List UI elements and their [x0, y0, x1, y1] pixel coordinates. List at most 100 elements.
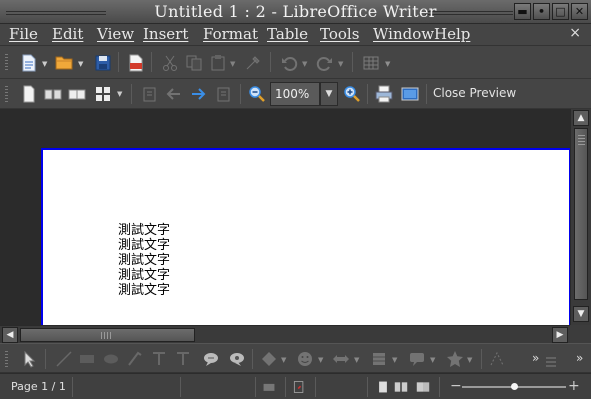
flowchart-dropdown-icon[interactable]: ▼ — [392, 356, 400, 364]
cut-icon[interactable] — [161, 54, 179, 72]
menu-file[interactable]: File — [9, 25, 38, 43]
maximize-button[interactable]: □ — [552, 3, 569, 20]
zoom-slider-knob[interactable] — [511, 383, 518, 390]
undo-icon[interactable] — [280, 54, 298, 72]
next-page-icon[interactable] — [189, 85, 207, 103]
select-icon[interactable] — [20, 350, 38, 368]
menu-view[interactable]: View — [97, 25, 134, 43]
menu-table[interactable]: Table — [267, 25, 308, 43]
callouts-dropdown-icon[interactable]: ▼ — [430, 356, 438, 364]
last-page-icon[interactable] — [215, 85, 233, 103]
scroll-up-icon[interactable]: ▲ — [573, 110, 589, 126]
block-arrows-icon[interactable] — [332, 350, 350, 368]
flowchart-icon[interactable] — [370, 350, 388, 368]
symbol-shapes-dropdown-icon[interactable]: ▼ — [318, 356, 326, 364]
toolbar-overflow-icon[interactable]: » — [576, 351, 591, 369]
document-modified-icon[interactable] — [292, 380, 306, 394]
toolbar-handle[interactable] — [5, 54, 8, 70]
line-icon[interactable] — [55, 350, 73, 368]
toolbar-handle[interactable] — [5, 351, 8, 367]
save-icon[interactable] — [94, 54, 112, 72]
text-icon[interactable] — [150, 350, 168, 368]
basic-shapes-dropdown-icon[interactable]: ▼ — [281, 356, 289, 364]
callouts-icon[interactable] — [408, 350, 426, 368]
horizontal-scrollbar[interactable]: ◀ ▶ — [0, 325, 570, 343]
toolbar-options-icon[interactable] — [544, 353, 562, 371]
new-document-dropdown-icon[interactable]: ▼ — [42, 60, 50, 68]
vertical-scroll-thumb[interactable] — [574, 128, 588, 300]
zoom-input[interactable]: 100% — [270, 82, 320, 106]
multi-page-view-icon[interactable] — [394, 380, 408, 394]
toolbar-separator — [151, 52, 152, 72]
zoom-out-icon[interactable] — [248, 85, 266, 103]
redo-icon[interactable] — [316, 54, 334, 72]
vertical-text-icon[interactable] — [174, 350, 192, 368]
open-folder-icon[interactable] — [55, 53, 73, 71]
window-shade-button[interactable]: ▬ — [514, 3, 531, 20]
vertical-scrollbar[interactable]: ▲ ▼ — [570, 109, 591, 325]
zoom-dropdown-button[interactable]: ▼ — [320, 82, 338, 106]
paste-icon[interactable] — [209, 54, 227, 72]
basic-shapes-icon[interactable] — [260, 350, 278, 368]
insert-table-dropdown-icon[interactable]: ▼ — [385, 60, 393, 68]
block-arrows-dropdown-icon[interactable]: ▼ — [354, 356, 362, 364]
status-cell — [73, 377, 181, 397]
selection-mode-icon[interactable] — [262, 380, 276, 394]
export-pdf-icon[interactable] — [127, 54, 145, 72]
insert-table-icon[interactable] — [362, 54, 380, 72]
scroll-down-icon[interactable]: ▼ — [573, 306, 589, 322]
open-dropdown-icon[interactable]: ▼ — [78, 60, 86, 68]
zoom-in-button[interactable]: + — [568, 378, 580, 394]
menu-format[interactable]: Format — [203, 25, 258, 43]
menu-window[interactable]: Window — [373, 25, 434, 43]
callout-icon[interactable] — [202, 350, 220, 368]
close-preview-button[interactable]: Close Preview — [433, 86, 516, 100]
zoom-out-button[interactable]: − — [450, 378, 462, 394]
toolbar-separator — [240, 84, 241, 104]
undo-dropdown-icon[interactable]: ▼ — [302, 60, 310, 68]
horizontal-scroll-thumb[interactable] — [20, 328, 195, 342]
menu-help[interactable]: Help — [434, 25, 470, 43]
redo-dropdown-icon[interactable]: ▼ — [338, 60, 346, 68]
zoom-in-icon[interactable] — [343, 85, 361, 103]
toolbar-handle[interactable] — [5, 86, 8, 102]
close-document-icon[interactable]: × — [569, 25, 581, 41]
scroll-right-icon[interactable]: ▶ — [552, 327, 568, 343]
window-title: Untitled 1 : 2 - LibreOffice Writer — [154, 2, 437, 21]
single-page-view-icon[interactable] — [376, 380, 390, 394]
paste-dropdown-icon[interactable]: ▼ — [230, 60, 238, 68]
first-page-icon[interactable] — [141, 85, 159, 103]
toolbar-separator — [252, 349, 253, 369]
status-cell — [0, 377, 73, 397]
symbol-shapes-icon[interactable] — [296, 350, 314, 368]
new-document-icon[interactable] — [20, 54, 38, 72]
multiple-pages-dropdown-icon[interactable]: ▼ — [117, 90, 125, 98]
close-window-button[interactable]: ✕ — [571, 3, 588, 20]
document-line: 測試文字 — [118, 253, 171, 268]
book-mode-icon[interactable] — [416, 380, 430, 394]
fullscreen-icon[interactable] — [401, 85, 419, 103]
points-icon[interactable] — [488, 350, 506, 368]
multiple-pages-icon[interactable] — [94, 85, 112, 103]
freeform-line-icon[interactable] — [126, 350, 144, 368]
copy-icon[interactable] — [185, 54, 203, 72]
menu-tools[interactable]: Tools — [320, 25, 359, 43]
clone-formatting-icon[interactable] — [244, 54, 262, 72]
rectangle-icon[interactable] — [78, 350, 96, 368]
stars-dropdown-icon[interactable]: ▼ — [467, 356, 475, 364]
drawing-toolbar: ▼ ▼ ▼ ▼ ▼ ▼ » » — [0, 343, 591, 373]
document-page[interactable]: 測試文字 測試文字 測試文字 測試文字 測試文字 — [41, 148, 571, 325]
previous-page-icon[interactable] — [165, 85, 183, 103]
single-page-icon[interactable] — [20, 85, 38, 103]
book-view-icon[interactable] — [68, 85, 86, 103]
two-pages-icon[interactable] — [44, 85, 62, 103]
scroll-left-icon[interactable]: ◀ — [2, 327, 18, 343]
menu-insert[interactable]: Insert — [143, 25, 188, 43]
print-icon[interactable] — [375, 85, 393, 103]
ellipse-icon[interactable] — [102, 350, 120, 368]
stars-icon[interactable] — [446, 350, 464, 368]
menu-edit[interactable]: Edit — [52, 25, 83, 43]
comment-icon[interactable] — [228, 350, 246, 368]
minimize-button[interactable]: • — [533, 3, 550, 20]
menu-bar: File Edit View Insert Format Table Tools… — [0, 24, 591, 46]
